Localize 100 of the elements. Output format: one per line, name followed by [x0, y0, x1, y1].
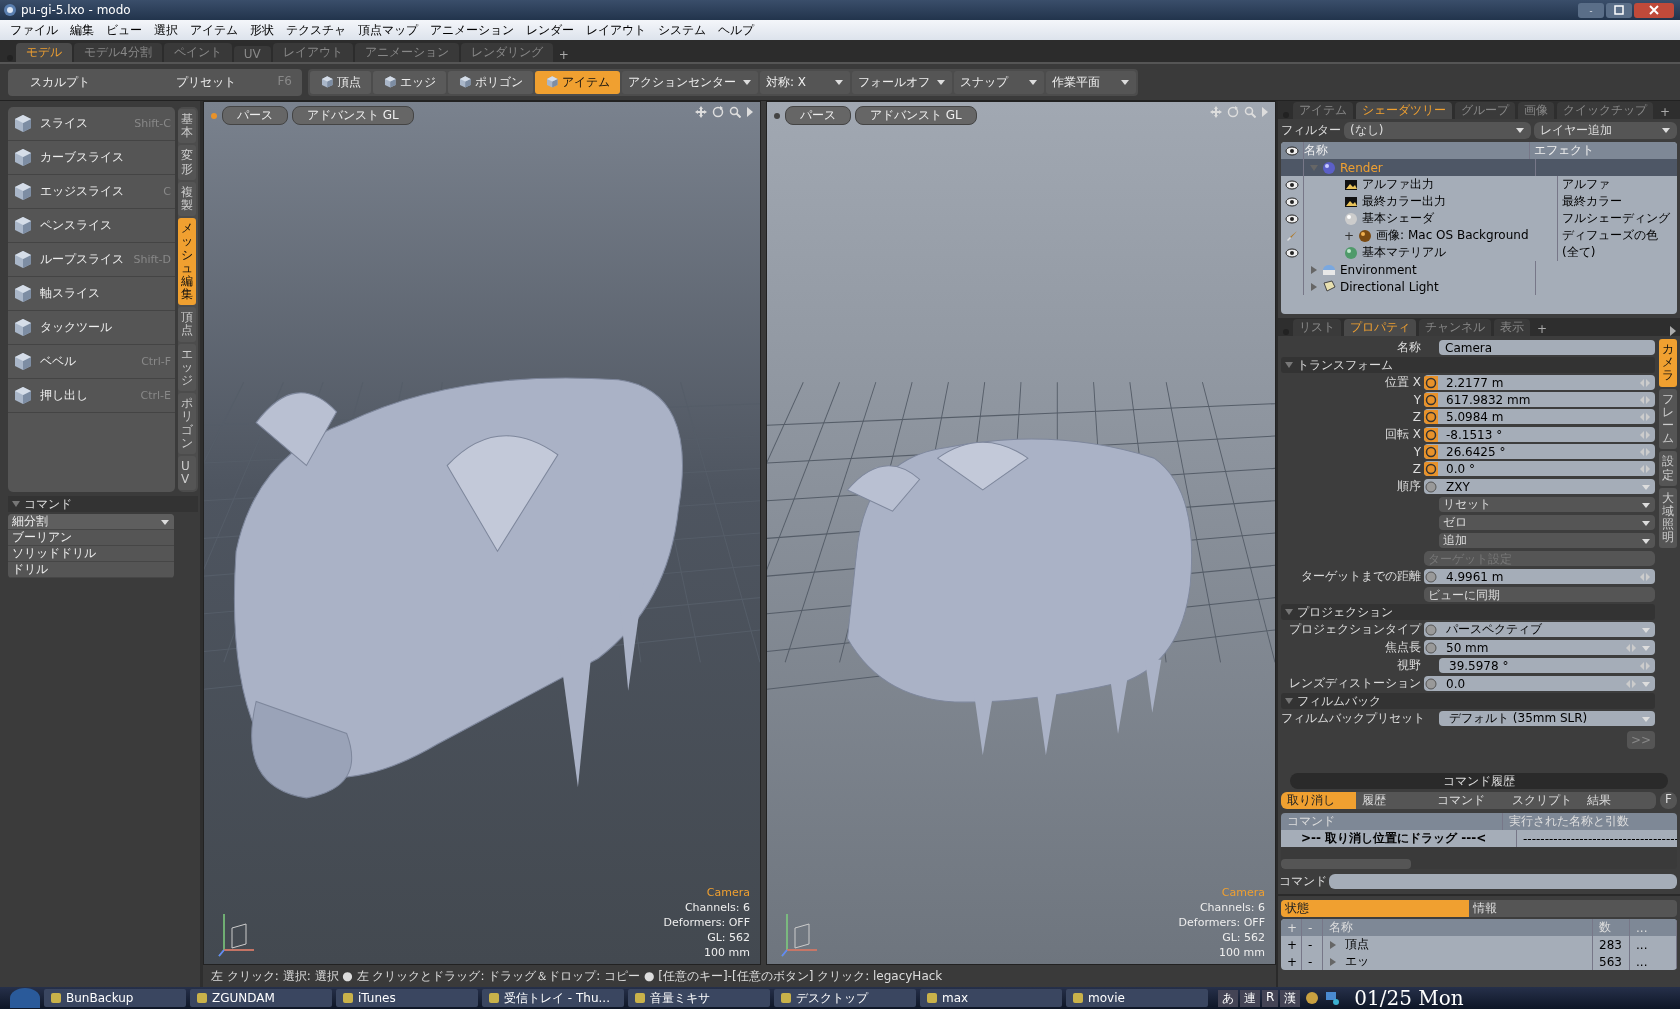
taskbar-button[interactable]: デスクトップ [774, 989, 916, 1007]
taskbar-button[interactable]: 音量ミキサ [628, 989, 770, 1007]
tool-tab[interactable]: 頂点 [178, 307, 196, 342]
command-item[interactable]: ブーリアン [8, 530, 174, 547]
command-item[interactable]: ドリル [8, 562, 174, 579]
tree-row[interactable]: Environment [1281, 261, 1677, 278]
number-field[interactable]: 4.9961 m [1424, 569, 1655, 584]
property-side-tab[interactable]: 設定 [1659, 451, 1677, 486]
dropdown-field[interactable]: パースペクティブ [1424, 622, 1655, 637]
tree-row[interactable]: アルファ出力 アルファ [1281, 176, 1677, 193]
panel-tab[interactable]: コマンド [1431, 792, 1507, 809]
number-field[interactable]: 0.0 ° [1424, 461, 1655, 476]
number-field[interactable]: -8.1513 ° [1424, 427, 1655, 442]
number-field[interactable]: 26.6425 ° [1424, 444, 1655, 459]
tree-row[interactable]: 最終カラー出力 最終カラー [1281, 193, 1677, 210]
section-header[interactable]: コマンド [8, 496, 198, 513]
tree-row[interactable]: 基本マテリアル (全て) [1281, 244, 1677, 261]
section-header[interactable]: プロジェクション [1281, 604, 1655, 620]
ime-button[interactable]: R [1262, 989, 1279, 1007]
panel-tab[interactable]: 取り消し [1281, 792, 1356, 809]
tool-button[interactable]: ペンスライス [8, 209, 175, 243]
panel-tab[interactable]: 結果 [1581, 792, 1657, 809]
property-side-tab[interactable]: 大域照明 [1659, 487, 1677, 549]
add-tab-button[interactable]: + [1656, 105, 1675, 119]
selection-mode-button[interactable]: 頂点 [310, 70, 371, 94]
ime-button[interactable]: あ [1218, 989, 1238, 1007]
menu-item[interactable]: アニメーション [424, 21, 520, 39]
panel-tab[interactable]: 情報 [1469, 900, 1657, 917]
menu-item[interactable]: レイアウト [580, 21, 652, 39]
tool-tab[interactable]: 基本 [178, 109, 196, 144]
selection-mode-button[interactable]: アイテム [535, 70, 620, 94]
taskbar-button[interactable]: max [920, 989, 1062, 1007]
menu-item[interactable]: テクスチャ [280, 21, 352, 39]
dropdown-button[interactable]: 追加 [1439, 533, 1655, 548]
menu-item[interactable]: アイテム [184, 21, 244, 39]
ime-button[interactable]: 漢 [1280, 989, 1301, 1007]
start-button[interactable] [10, 988, 40, 1008]
menu-item[interactable]: レンダー [520, 21, 580, 39]
selection-mode-button[interactable]: エッジ [373, 70, 446, 94]
command-item[interactable]: ソリッドドリル [8, 546, 174, 563]
command-input[interactable] [1329, 874, 1677, 889]
panel-tab[interactable]: プロパティ [1344, 319, 1416, 336]
tree-row[interactable]: 基本シェーダ フルシェーディング [1281, 210, 1677, 227]
viewport-tab[interactable]: アドバンスト GL [292, 106, 414, 125]
panel-tab[interactable]: 履歴 [1356, 792, 1432, 809]
tree-row[interactable]: Directional Light [1281, 278, 1677, 295]
menu-item[interactable]: 選択 [148, 21, 184, 39]
viewport-tab[interactable]: アドバンスト GL [855, 106, 977, 125]
tool-tab[interactable]: ポリゴン [178, 393, 196, 454]
scrollbar[interactable] [1281, 859, 1411, 869]
ime-button[interactable]: 連 [1240, 989, 1260, 1007]
tool-tab[interactable]: メッシュ編集 [178, 218, 196, 306]
viewport-tab[interactable]: パース [785, 106, 851, 125]
dropdown-button[interactable]: スナップ [954, 70, 1044, 94]
maximize-button[interactable] [1606, 2, 1632, 18]
menu-item[interactable]: 形状 [244, 21, 280, 39]
3d-viewport[interactable]: パース アドバンスト GL Camera Channels: 6 Deformers: OFF GL: 562 100 mm [203, 101, 761, 965]
add-tab-button[interactable]: + [1533, 322, 1552, 336]
taskbar-button[interactable]: BunBackup [44, 989, 186, 1007]
remove-button[interactable]: - [1302, 953, 1323, 970]
taskbar-button[interactable]: movie [1066, 989, 1208, 1007]
menu-item[interactable]: ファイル [4, 21, 64, 39]
number-field[interactable]: 0.0 [1424, 676, 1655, 691]
tree-row[interactable]: Render [1281, 159, 1677, 176]
filter-button[interactable]: F [1660, 792, 1677, 809]
tool-tab[interactable]: 複製 [178, 181, 196, 217]
panel-tab[interactable]: シェーダツリー [1356, 102, 1452, 119]
taskbar-button[interactable]: 受信トレイ - Thu... [482, 989, 624, 1007]
dropdown-button[interactable]: 対称: X [760, 70, 850, 94]
dropdown-button[interactable]: フォールオフ [852, 70, 952, 94]
menu-item[interactable]: 編集 [64, 21, 100, 39]
remove-button[interactable]: - [1302, 936, 1323, 953]
add-tab-button[interactable]: + [554, 48, 573, 62]
tree-row[interactable]: + 画像: Mac OS Background ディフューズの色 [1281, 227, 1677, 244]
section-header[interactable]: フィルムバック [1281, 693, 1655, 709]
tool-tab[interactable]: 変形 [178, 145, 196, 180]
close-button[interactable] [1634, 2, 1674, 18]
command-item[interactable]: 細分割 [8, 514, 174, 531]
add-button[interactable]: + [1281, 953, 1302, 970]
taskbar-button[interactable]: ZGUNDAM [190, 989, 332, 1007]
filter-dropdown[interactable]: (なし) [1344, 121, 1531, 139]
property-side-tab[interactable]: カメラ [1659, 339, 1677, 387]
selection-mode-button[interactable]: ポリゴン [448, 70, 533, 94]
menu-item[interactable]: 頂点マップ [352, 21, 424, 39]
mode-tab[interactable]: モデル [16, 43, 72, 62]
action-button[interactable]: ビューに同期 [1424, 587, 1655, 602]
tool-tab[interactable]: エッジ [178, 343, 196, 392]
number-field[interactable]: 5.0984 m [1424, 409, 1655, 424]
menu-item[interactable]: ビュー [100, 21, 148, 39]
tool-button[interactable]: タックツール [8, 311, 175, 345]
add-button[interactable]: + [1281, 936, 1302, 953]
number-field[interactable]: 50 mm [1424, 640, 1655, 655]
dropdown-field[interactable]: デフォルト (35mm SLR) [1439, 711, 1655, 726]
dropdown-button[interactable]: 作業平面 [1046, 70, 1136, 94]
number-field[interactable]: 39.5978 ° [1439, 658, 1655, 673]
3d-viewport[interactable]: パース アドバンスト GL Camera Channels: 6 Deformers: OFF GL: 562 100 mm [766, 101, 1276, 965]
tool-tab[interactable]: UV [178, 455, 196, 491]
expand-toggle[interactable]: + [1344, 228, 1355, 243]
menu-item[interactable]: システム [652, 21, 712, 39]
panel-tab[interactable]: スクリプト [1506, 792, 1582, 809]
